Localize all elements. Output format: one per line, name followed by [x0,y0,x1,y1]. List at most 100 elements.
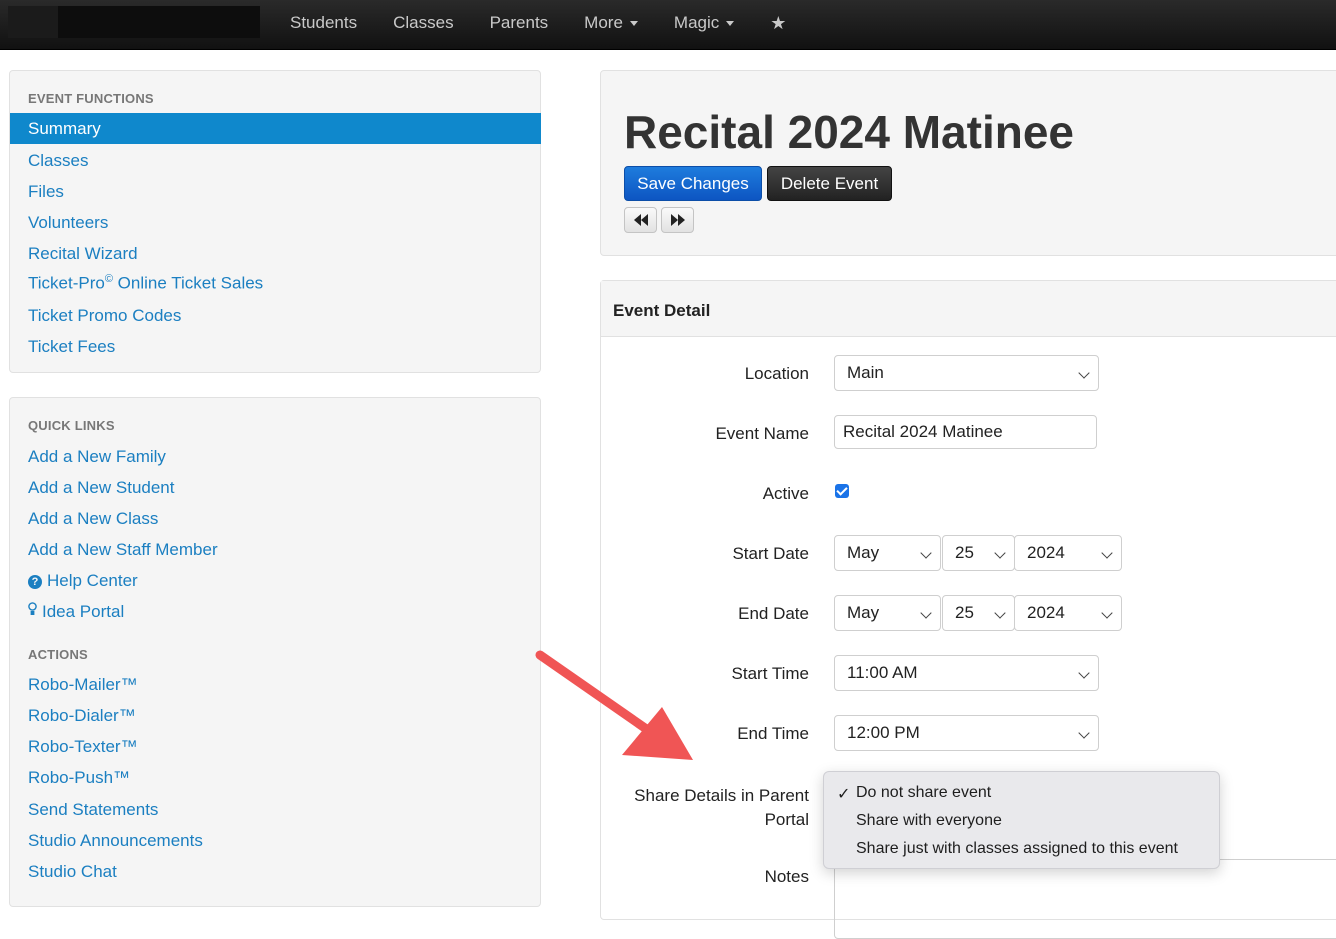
end-date-label: End Date [738,604,809,623]
quick-link-add-family[interactable]: Add a New Family [28,447,166,467]
end-time-select[interactable]: 12:00 PM [834,715,1099,751]
nav-magic-label: Magic [673,13,720,32]
rewind-icon [633,214,648,226]
share-option-assigned-classes[interactable]: Share just with classes assigned to this… [856,840,1178,858]
active-checkbox[interactable] [835,484,849,498]
sidebar-item-ticket-promo-codes[interactable]: Ticket Promo Codes [28,306,181,326]
nav-parents-label: Parents [489,13,549,32]
chevron-down-icon [920,607,932,619]
location-select[interactable]: Main [834,355,1099,391]
share-details-dropdown-menu: ✓ Do not share event Share with everyone… [823,771,1220,869]
red-arrow-annotation [535,650,693,760]
previous-event-button[interactable] [624,207,657,233]
action-studio-announcements[interactable]: Studio Announcements [28,831,203,851]
action-robo-dialer[interactable]: Robo-Dialer™ [28,706,136,726]
notes-label: Notes [764,867,809,886]
end-year-select[interactable]: 2024 [1014,595,1122,631]
sidebar-item-summary[interactable]: Summary [10,113,541,144]
end-month-select[interactable]: May [834,595,941,631]
share-label-line1: Share Details in Parent [634,786,809,805]
sidebar-item-classes[interactable]: Classes [28,151,88,171]
nav-more-label: More [584,13,623,32]
quick-link-add-student[interactable]: Add a New Student [28,478,174,498]
question-circle-icon: ? [28,575,42,589]
nav-classes[interactable]: Classes [375,13,471,33]
chevron-down-icon [1078,367,1090,379]
start-year-select[interactable]: 2024 [1014,535,1122,571]
quick-link-add-class[interactable]: Add a New Class [28,509,158,529]
star-icon[interactable]: ★ [752,13,804,34]
event-name-input[interactable]: Recital 2024 Matinee [834,415,1097,449]
share-option-everyone[interactable]: Share with everyone [856,812,1002,830]
start-month-value: May [847,543,880,562]
nav-classes-label: Classes [393,13,454,32]
save-changes-button[interactable]: Save Changes [624,166,762,201]
fast-forward-icon [670,214,685,226]
quick-links-header: QUICK LINKS [28,418,115,433]
idea-portal-label: Idea Portal [42,602,125,621]
start-time-value: 11:00 AM [847,663,918,682]
start-day-select[interactable]: 25 [942,535,1015,571]
end-day-select[interactable]: 25 [942,595,1015,631]
share-label-line2: Portal [764,810,809,829]
top-navbar: Students Classes Parents More Magic ★ [0,0,1336,50]
sidebar-item-files[interactable]: Files [28,182,64,202]
end-month-value: May [847,603,880,622]
event-detail-title: Event Detail [613,301,711,320]
start-year-value: 2024 [1027,543,1065,562]
end-day-value: 25 [955,603,974,622]
location-label: Location [744,364,809,383]
action-robo-push[interactable]: Robo-Push™ [28,768,130,788]
start-day-value: 25 [955,543,974,562]
page-title: Recital 2024 Matinee [624,106,1075,158]
share-details-label: Share Details in Parent Portal [634,784,809,832]
sidebar-item-ticket-fees[interactable]: Ticket Fees [28,337,115,357]
quick-links-panel: QUICK LINKS Add a New Family Add a New S… [9,397,541,907]
copyright-mark: © [104,273,113,285]
checkmark-icon: ✓ [837,786,851,803]
action-studio-chat[interactable]: Studio Chat [28,862,117,882]
nav-students[interactable]: Students [272,13,375,33]
quick-link-add-staff[interactable]: Add a New Staff Member [28,540,218,560]
chevron-down-icon [1078,727,1090,739]
sidebar-item-recital-wizard[interactable]: Recital Wizard [28,244,138,264]
active-label: Active [762,484,809,503]
nav-parents[interactable]: Parents [472,13,567,33]
nav-students-label: Students [290,13,358,32]
action-send-statements[interactable]: Send Statements [28,800,158,820]
start-month-select[interactable]: May [834,535,941,571]
sidebar-item-label: Summary [28,119,101,138]
notes-textarea[interactable] [834,859,1336,939]
start-time-select[interactable]: 11:00 AM [834,655,1099,691]
quick-link-help-center[interactable]: ? Help Center [28,571,138,591]
ticket-pro-suffix: Online Ticket Sales [112,273,264,293]
event-functions-panel: EVENT FUNCTIONS Summary Classes Files Vo… [9,70,541,373]
end-time-label: End Time [737,724,809,743]
caret-down-icon [726,20,735,26]
sidebar-item-volunteers[interactable]: Volunteers [28,213,108,233]
brand-logo[interactable] [8,6,260,38]
chevron-down-icon [1101,607,1113,619]
event-detail-header: Event Detail [601,281,1336,337]
event-functions-header: EVENT FUNCTIONS [28,91,154,106]
sidebar-item-ticket-pro[interactable]: Ticket-Pro© Online Ticket Sales [28,273,263,294]
end-time-value: 12:00 PM [847,723,920,742]
delete-event-button[interactable]: Delete Event [767,166,892,201]
location-value: Main [847,363,884,382]
chevron-down-icon [920,547,932,559]
quick-link-idea-portal[interactable]: Idea Portal [28,602,124,622]
logo-mark [8,6,58,38]
end-year-value: 2024 [1027,603,1065,622]
next-event-button[interactable] [661,207,694,233]
nav-magic-dropdown[interactable]: Magic [656,13,752,33]
event-header-card: Recital 2024 Matinee Save Changes Delete… [600,70,1336,256]
actions-header: ACTIONS [28,647,88,662]
nav-more-dropdown[interactable]: More [566,13,656,33]
action-robo-mailer[interactable]: Robo-Mailer™ [28,675,138,695]
action-robo-texter[interactable]: Robo-Texter™ [28,737,138,757]
share-option-do-not-share[interactable]: Do not share event [856,784,991,802]
help-center-label: Help Center [47,571,138,590]
chevron-down-icon [1101,547,1113,559]
main-nav: Students Classes Parents More Magic ★ [272,0,804,46]
start-date-label: Start Date [732,544,809,563]
